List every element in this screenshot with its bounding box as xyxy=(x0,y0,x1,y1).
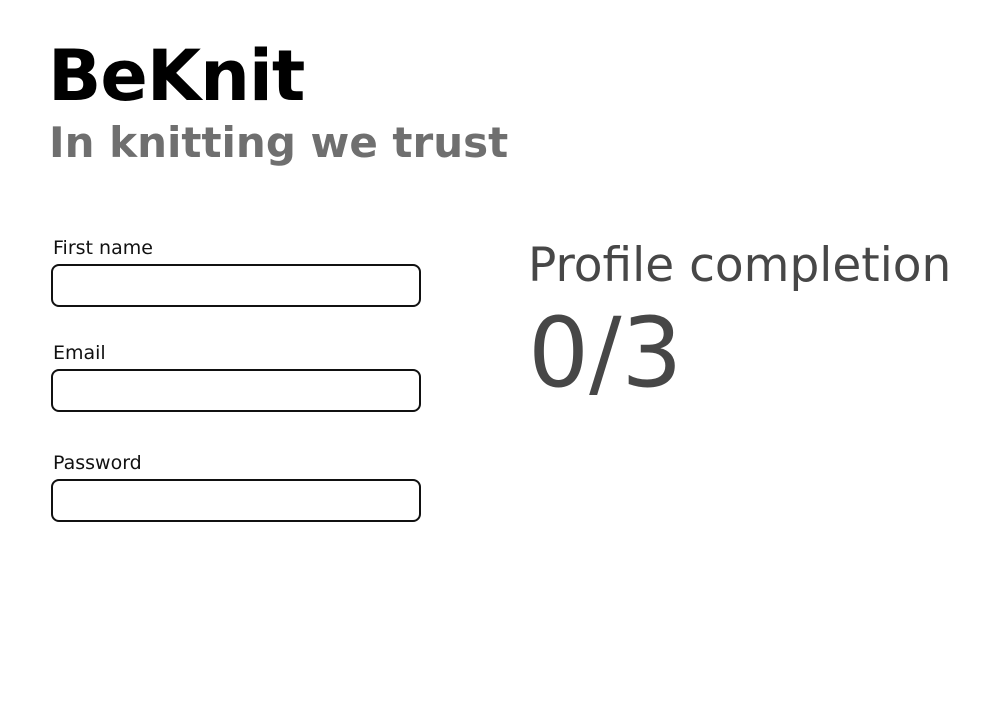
profile-completion-label: Profile completion xyxy=(528,238,952,293)
email-input[interactable] xyxy=(51,369,421,412)
email-label: Email xyxy=(53,342,106,364)
app-title: BeKnit xyxy=(48,35,305,117)
app-tagline: In knitting we trust xyxy=(49,118,509,167)
first-name-input[interactable] xyxy=(51,264,421,307)
password-input[interactable] xyxy=(51,479,421,522)
first-name-label: First name xyxy=(53,237,153,259)
password-label: Password xyxy=(53,452,142,474)
profile-completion-value: 0/3 xyxy=(528,297,683,409)
